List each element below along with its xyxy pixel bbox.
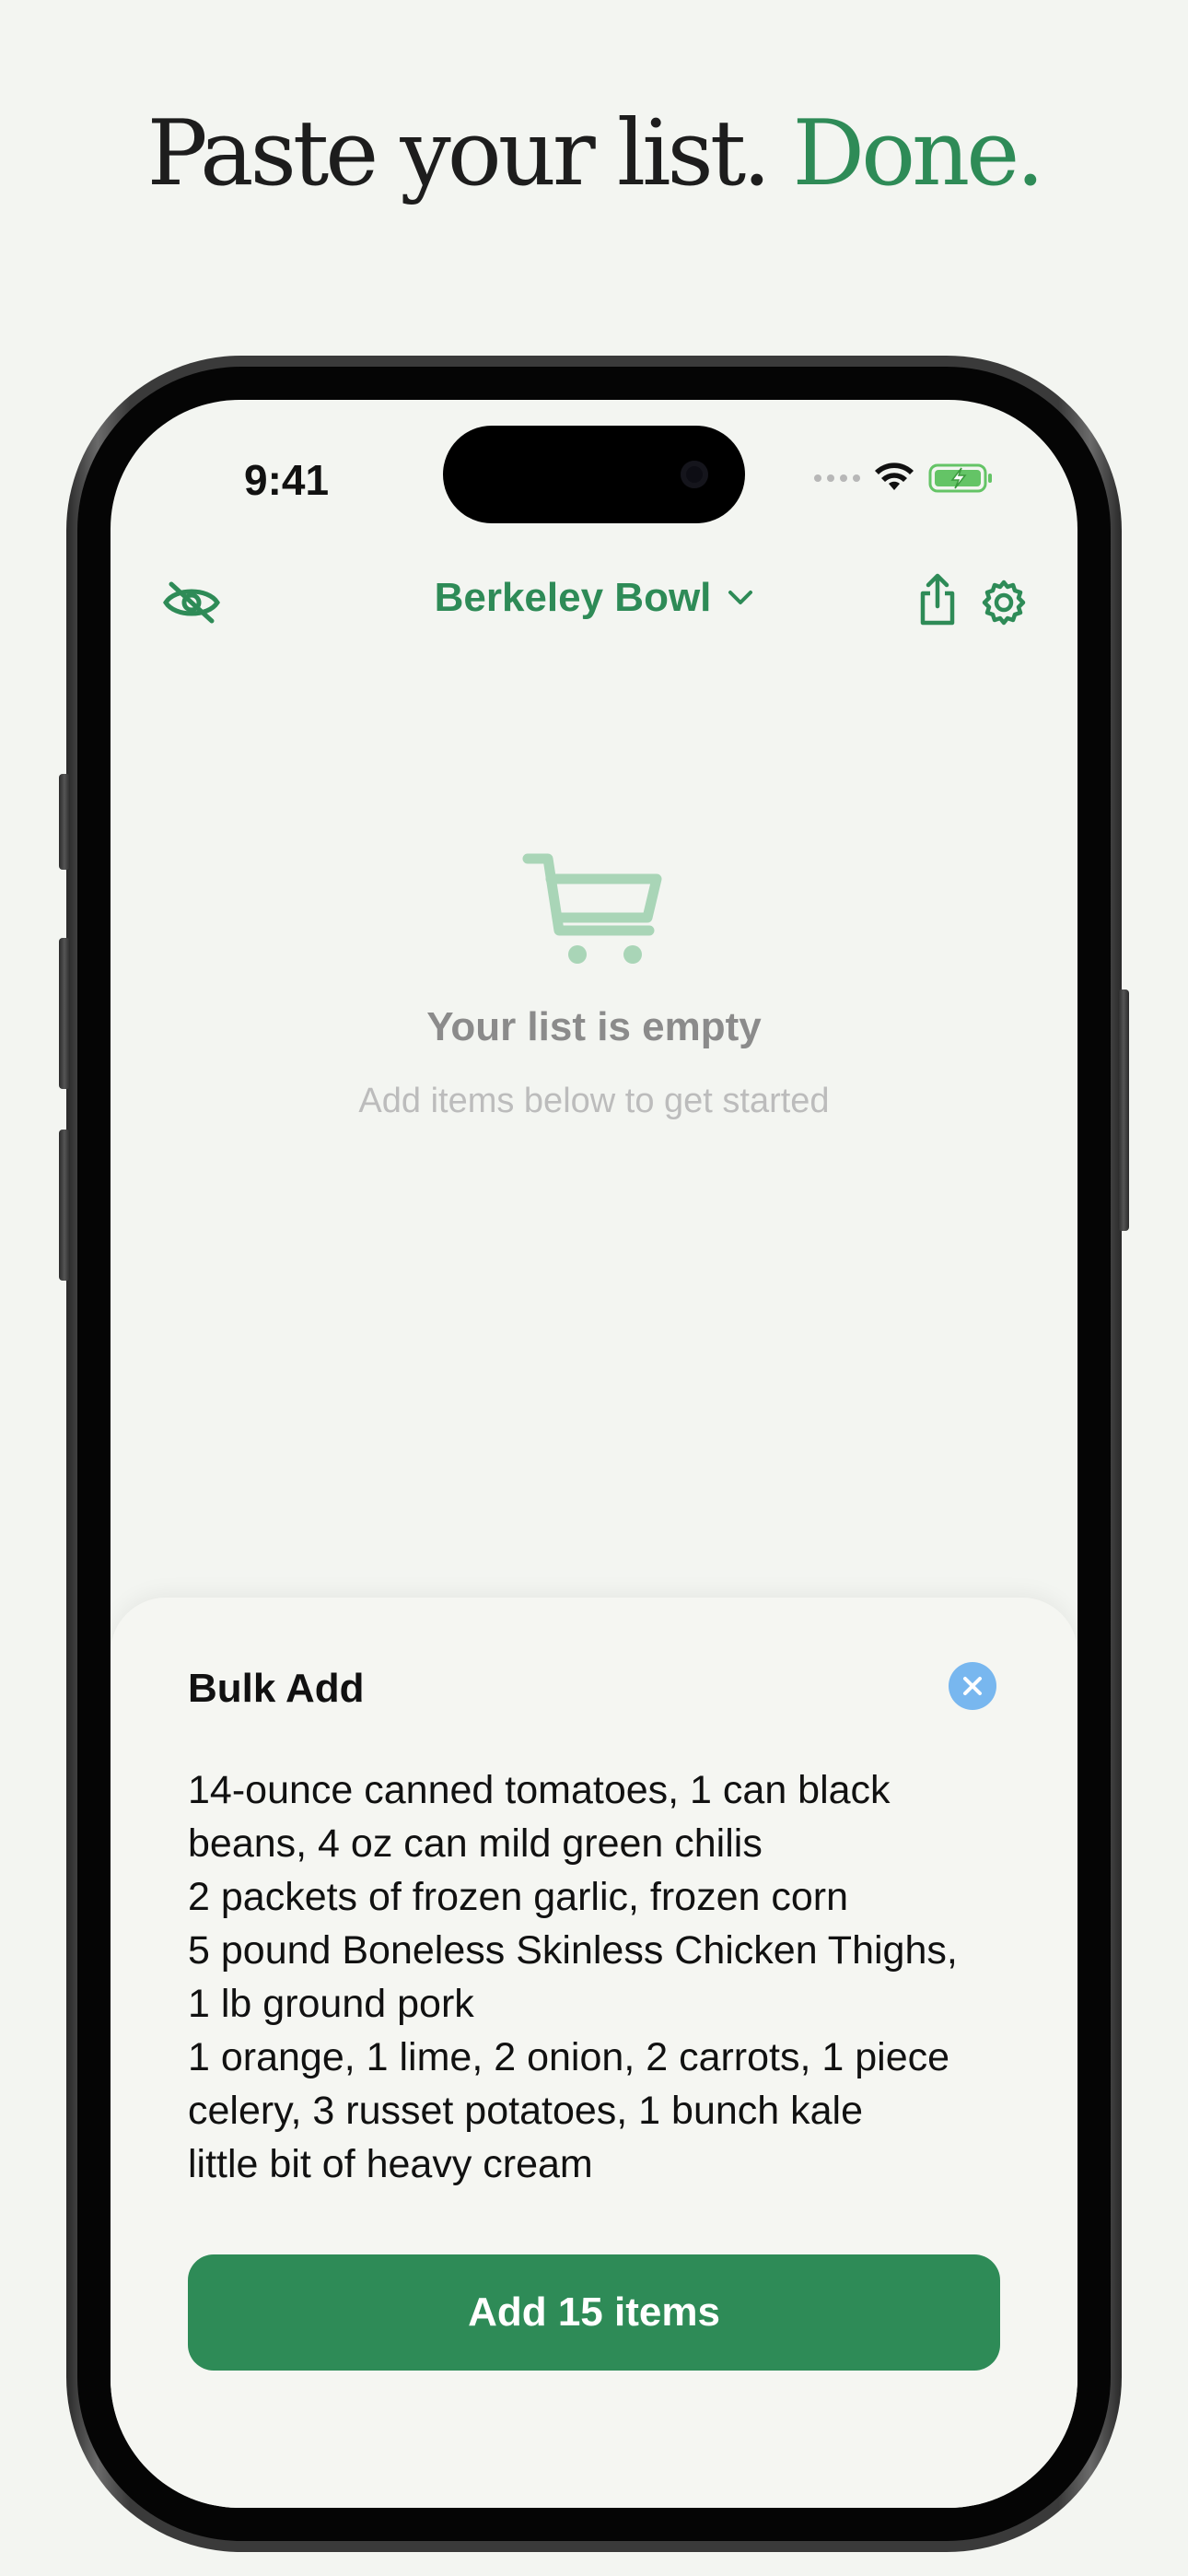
power-button bbox=[1118, 989, 1129, 1231]
marketing-headline: Paste your list. Done. bbox=[0, 101, 1188, 206]
chevron-down-icon bbox=[728, 591, 753, 604]
bulk-add-text-field[interactable]: 14-ounce canned tomatoes, 1 can black be… bbox=[188, 1763, 998, 2191]
volume-up-button bbox=[59, 938, 70, 1089]
close-button[interactable] bbox=[949, 1662, 996, 1710]
wifi-icon bbox=[875, 463, 914, 490]
bulk-add-title: Bulk Add bbox=[188, 1666, 365, 1711]
store-name: Berkeley Bowl bbox=[434, 575, 712, 620]
signal-icon bbox=[814, 474, 860, 482]
close-icon bbox=[963, 1677, 982, 1695]
bulk-add-sheet: Bulk Add 14-ounce canned tomatoes, 1 can… bbox=[111, 1598, 1077, 2508]
headline-accent: Done. bbox=[792, 101, 1045, 206]
action-button bbox=[59, 774, 70, 870]
battery-icon bbox=[928, 463, 992, 493]
app-screen: 9:41 Berkeley Bowl Your list is empty Ad… bbox=[111, 400, 1077, 2508]
empty-state-title: Your list is empty bbox=[426, 1004, 762, 1049]
status-time: 9:41 bbox=[244, 456, 330, 504]
headline-text: Paste your list. bbox=[146, 101, 772, 206]
gear-icon[interactable] bbox=[980, 579, 1028, 626]
add-items-button[interactable]: Add 15 items bbox=[188, 2254, 1000, 2371]
share-icon[interactable] bbox=[915, 573, 960, 628]
empty-state-subtitle: Add items below to get started bbox=[358, 1082, 830, 1120]
volume-down-button bbox=[59, 1130, 70, 1281]
status-icons bbox=[814, 463, 995, 494]
cart-icon bbox=[522, 853, 662, 964]
dynamic-island bbox=[443, 426, 745, 523]
